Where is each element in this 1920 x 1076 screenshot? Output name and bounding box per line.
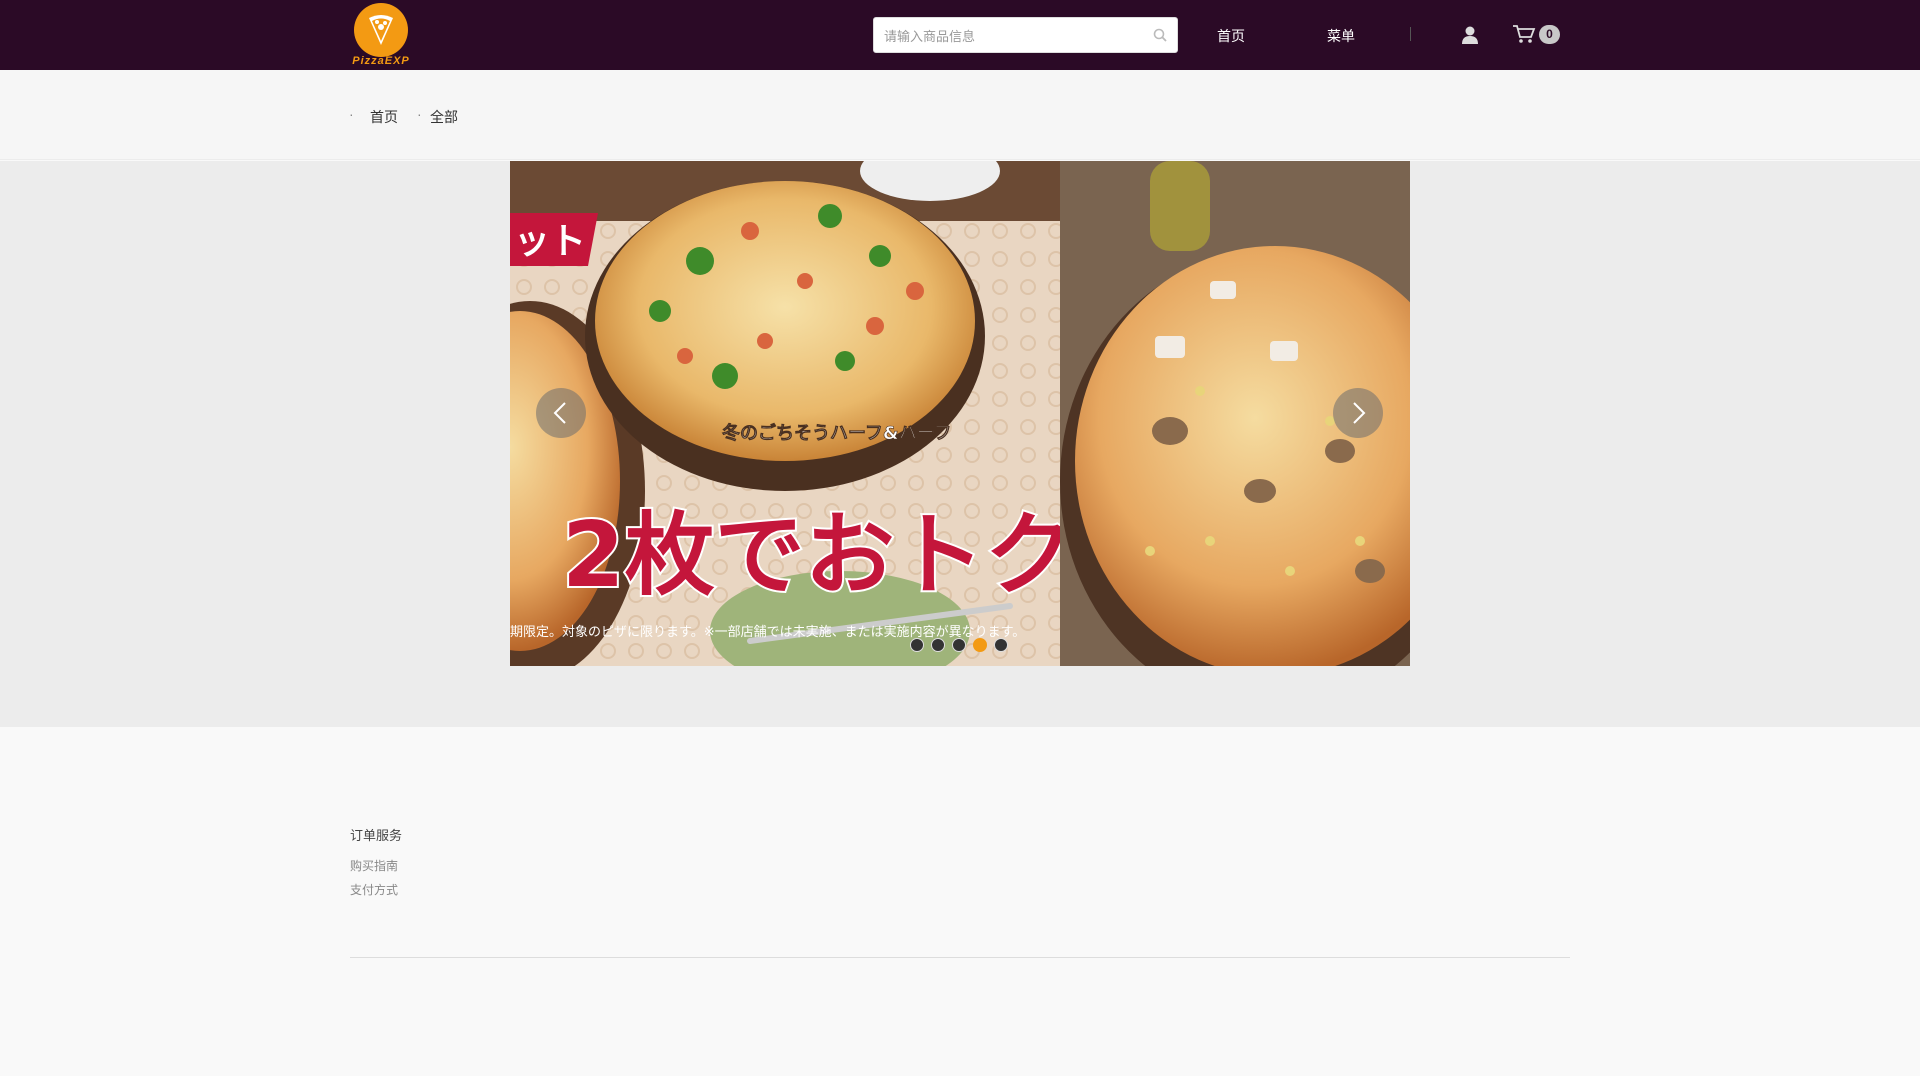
promo-banner-image: ット 冬のごちそうハーフ&ハーフ 2枚でおトク! 期限定。対象のピザに限ります。… [510, 161, 1410, 666]
brand-name: PizzaEXP [352, 55, 410, 67]
search-box [873, 17, 1178, 53]
footer-section-title: 订单服务 [350, 828, 403, 843]
top-header: PizzaEXP 首页 菜单 0 [0, 0, 1920, 70]
breadcrumb-bullet: · [417, 106, 422, 122]
brand-logo[interactable]: PizzaEXP [350, 3, 410, 69]
chevron-right-icon [1353, 402, 1366, 424]
breadcrumb: · 首页 · 全部 [0, 70, 1920, 160]
carousel-dot[interactable] [994, 638, 1008, 652]
cart-count-badge[interactable]: 0 [1539, 25, 1560, 44]
carousel-dot[interactable] [952, 638, 966, 652]
carousel-dot-active[interactable] [973, 638, 987, 652]
carousel-section: ット 冬のごちそうハーフ&ハーフ 2枚でおトク! 期限定。対象のピザに限ります。… [0, 161, 1920, 727]
carousel-prev-button[interactable] [536, 388, 586, 438]
footer-link-payment-methods[interactable]: 支付方式 [350, 881, 398, 898]
carousel-indicators [910, 638, 1020, 654]
search-input[interactable] [884, 26, 1144, 46]
promo-subheadline: 冬のごちそうハーフ&ハーフ [722, 422, 952, 444]
carousel-slide[interactable]: ット 冬のごちそうハーフ&ハーフ 2枚でおトク! 期限定。対象のピザに限ります。… [510, 161, 1410, 666]
nav-divider [1410, 27, 1411, 41]
nav-menu-link[interactable]: 菜单 [1327, 26, 1355, 46]
carousel-dot[interactable] [910, 638, 924, 652]
user-icon[interactable] [1460, 25, 1480, 45]
page-footer: 订单服务 购买指南 支付方式 [0, 727, 1920, 1076]
banner-tag-text: ット [514, 221, 586, 262]
chevron-left-icon [553, 402, 566, 424]
breadcrumb-home[interactable]: 首页 [370, 107, 398, 127]
breadcrumb-bullet: · [349, 106, 354, 122]
footer-link-purchase-guide[interactable]: 购买指南 [350, 857, 398, 874]
nav-home-link[interactable]: 首页 [1217, 26, 1245, 46]
breadcrumb-all[interactable]: 全部 [430, 107, 458, 127]
promo-headline: 2枚でおトク! [562, 503, 1116, 608]
footer-divider [350, 957, 1570, 958]
pizza-logo-icon [354, 3, 408, 57]
carousel-dot[interactable] [931, 638, 945, 652]
carousel-next-button[interactable] [1333, 388, 1383, 438]
search-icon[interactable] [1153, 28, 1167, 42]
shopping-cart-icon[interactable] [1512, 24, 1536, 44]
